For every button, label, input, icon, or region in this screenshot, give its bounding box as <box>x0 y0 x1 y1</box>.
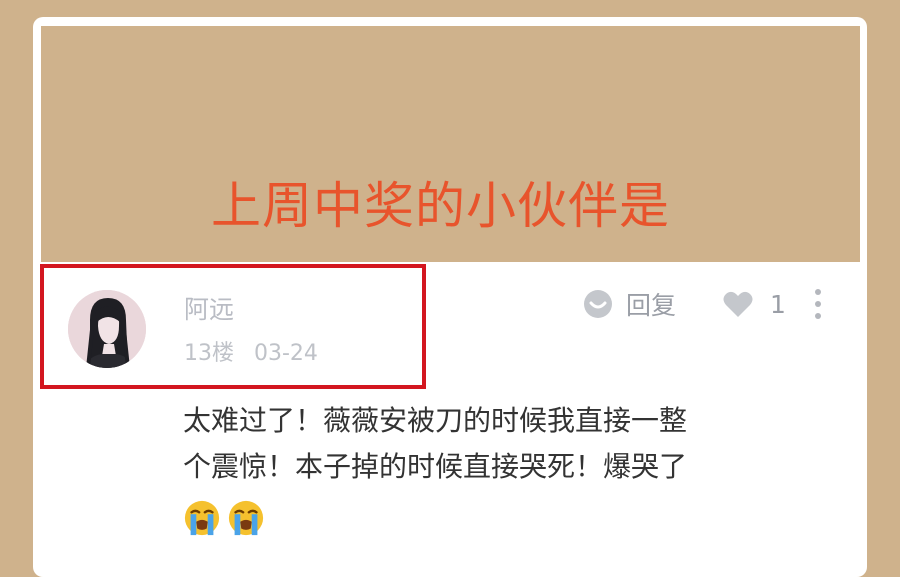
like-button[interactable]: 1 <box>722 286 786 322</box>
username[interactable]: 阿远 <box>184 290 234 326</box>
comment-text: 太难过了！薇薇安被刀的时候我直接一整 个震惊！本子掉的时候直接哭死！爆哭了 <box>183 398 833 490</box>
heart-icon <box>723 291 753 317</box>
avatar[interactable] <box>68 290 146 368</box>
more-options-icon[interactable] <box>806 286 830 322</box>
banner-title: 上周中奖的小伙伴是 <box>211 177 670 235</box>
reply-label: 回复 <box>626 291 677 320</box>
floor-number: 13楼 <box>184 341 234 366</box>
comment-line: 太难过了！薇薇安被刀的时候我直接一整 <box>183 404 688 437</box>
comment-line: 个震惊！本子掉的时候直接哭死！爆哭了 <box>183 450 688 483</box>
reply-icon <box>584 290 612 318</box>
avatar-image <box>68 290 146 368</box>
post-date: 03-24 <box>254 341 318 366</box>
like-count: 1 <box>770 289 786 319</box>
loudly-crying-face-icon <box>228 500 264 536</box>
comment-meta: 13楼 03-24 <box>184 335 318 367</box>
reply-button[interactable]: 回复 <box>582 286 676 322</box>
loudly-crying-face-icon <box>184 500 220 536</box>
emoji-row <box>183 499 265 537</box>
